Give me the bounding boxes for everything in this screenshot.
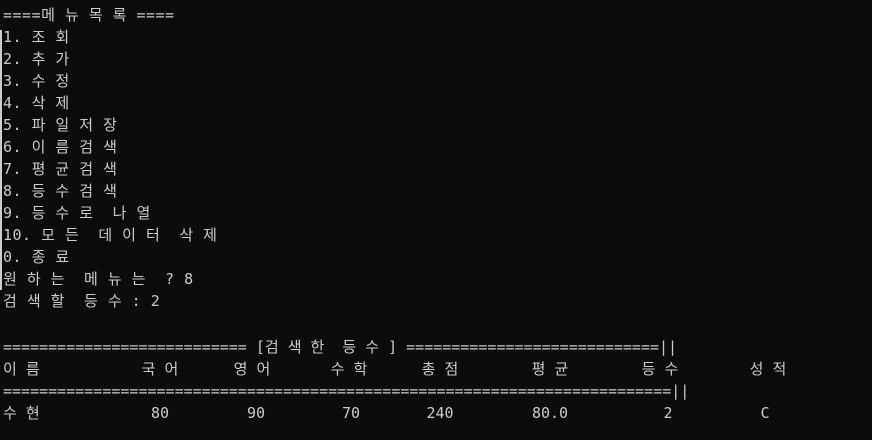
header-grade: 성 적 <box>749 360 787 378</box>
header-total: 총 점 <box>421 360 459 378</box>
menu-item-average-search: 7. 평 균 검 색 <box>3 160 118 178</box>
row-english-score: 90 <box>246 404 266 422</box>
header-korean: 국 어 <box>141 360 179 378</box>
menu-header: ====메 뉴 목 록 ==== <box>3 6 175 24</box>
rank-search-prompt: 검 색 할 등 수 : 2 <box>3 292 161 310</box>
row-rank: 2 <box>663 404 673 422</box>
menu-item-name-search: 6. 이 름 검 색 <box>3 138 118 156</box>
table-separator-line: ========================================… <box>3 382 690 400</box>
header-english: 영 어 <box>233 360 271 378</box>
row-math-score: 70 <box>341 404 361 422</box>
header-name: 이 름 <box>3 360 40 378</box>
menu-item-delete-all: 10. 모 든 데 이 터 삭 제 <box>3 226 218 244</box>
row-average: 80.0 <box>531 404 569 422</box>
menu-item-delete: 4. 삭 제 <box>3 94 70 112</box>
menu-item-list-by-rank: 9. 등 수 로 나 열 <box>3 204 151 222</box>
result-title-line: =========================== [검 색 한 등 수 ]… <box>3 338 678 356</box>
menu-item-view: 1. 조 회 <box>3 28 70 46</box>
header-math: 수 학 <box>330 360 368 378</box>
row-korean-score: 80 <box>150 404 170 422</box>
menu-item-add: 2. 추 가 <box>3 50 70 68</box>
row-grade: C <box>760 404 770 422</box>
console-window[interactable]: ====메 뉴 목 록 ==== 1. 조 회 2. 추 가 3. 수 정 4.… <box>0 0 872 440</box>
header-rank: 등 수 <box>641 360 679 378</box>
menu-item-save-file: 5. 파 일 저 장 <box>3 116 118 134</box>
text-cursor <box>0 30 2 290</box>
row-total-score: 240 <box>426 404 454 422</box>
row-name: 수 현 <box>3 404 40 422</box>
menu-item-exit: 0. 종 료 <box>3 248 70 266</box>
menu-item-rank-search: 8. 등 수 검 색 <box>3 182 118 200</box>
header-average: 평 균 <box>531 360 569 378</box>
menu-item-edit: 3. 수 정 <box>3 72 70 90</box>
menu-choice-prompt: 원 하 는 메 뉴 는 ? 8 <box>3 270 194 288</box>
